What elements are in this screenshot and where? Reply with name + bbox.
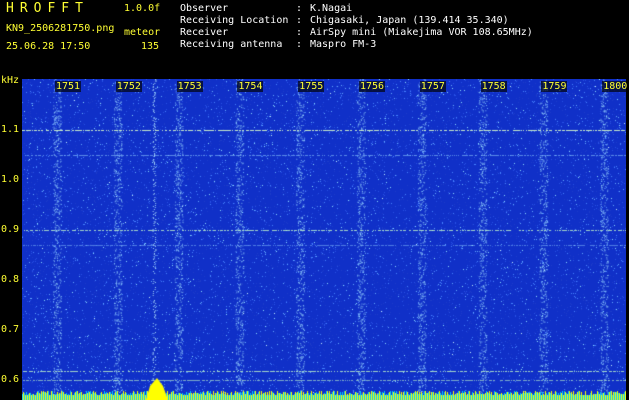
time-tick-label: 1800 [602, 81, 629, 92]
frequency-tick-label: 0.9 [1, 224, 20, 235]
info-key: Receiver [180, 27, 229, 38]
frequency-tick-label: 1.0 [1, 174, 20, 185]
app-title: HROFFT [6, 1, 89, 16]
time-tick-label: 1754 [237, 81, 264, 92]
info-value: K.Nagai [310, 3, 353, 14]
info-key: Receiving Location [180, 15, 289, 26]
frequency-tick-label: 0.6 [1, 374, 20, 385]
info-value: Chigasaki, Japan (139.414 35.340) [310, 15, 509, 26]
frequency-tick-label: 1.1 [1, 124, 20, 135]
date-time: 25.06.28 17:50 [6, 41, 91, 52]
info-value: AirSpy mini (Miakejima VOR 108.65MHz) [310, 27, 533, 38]
frequency-tick-label: 0.7 [1, 324, 20, 335]
info-row-observer: Observer: K.Nagai [180, 3, 353, 14]
spectrogram-canvas [22, 79, 626, 400]
time-tick-label: 1757 [419, 81, 446, 92]
time-tick-label: 1755 [298, 81, 325, 92]
station-info: Observer: K.Nagai Receiving Location: Chig… [180, 3, 533, 51]
meteor-count: 135 [141, 41, 160, 52]
frequency-tick-label: 0.8 [1, 274, 20, 285]
info-value: Maspro FM-3 [310, 39, 377, 50]
file-name: KN9_2506281750.png [6, 23, 115, 34]
time-tick-label: 1752 [115, 81, 142, 92]
info-row-antenna: Receiving antenna: Maspro FM-3 [180, 39, 377, 50]
mode-label: meteor [124, 27, 161, 38]
info-key: Receiving antenna [180, 39, 283, 50]
time-tick-label: 1751 [55, 81, 82, 92]
time-tick-label: 1758 [480, 81, 507, 92]
info-row-receiver: Receiver: AirSpy mini (Miakejima VOR 108.… [180, 27, 533, 38]
info-key: Observer [180, 3, 229, 14]
frequency-unit-label: kHz [1, 75, 20, 86]
time-tick-label: 1753 [176, 81, 203, 92]
spectrogram [22, 79, 626, 400]
info-row-location: Receiving Location: Chigasaki, Japan (139… [180, 15, 509, 26]
version-label: 1.0.0f [124, 3, 161, 14]
time-tick-label: 1759 [541, 81, 568, 92]
time-tick-label: 1756 [359, 81, 386, 92]
